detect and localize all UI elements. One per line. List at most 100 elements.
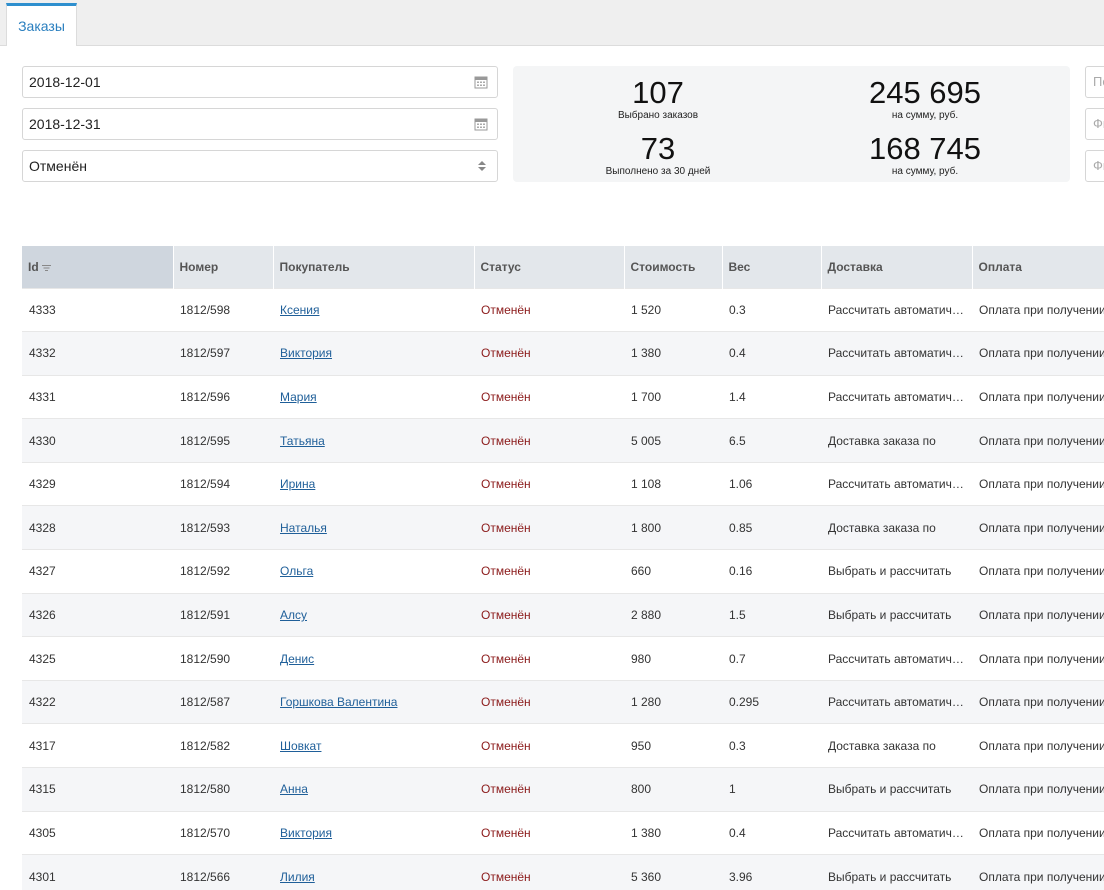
table-header-row: Id Номер Покупатель Статус Стоимость Вес…: [22, 246, 1104, 288]
cell-delivery: Доставка заказа по: [821, 723, 972, 768]
order-stats-panel: 107 Выбрано заказов 245 695 на сумму, ру…: [513, 66, 1070, 182]
status-select[interactable]: Отменён: [22, 150, 498, 182]
table-row[interactable]: 4327 1812/592 Ольга Отменён 660 0.16 Выбрать и…: [22, 549, 1104, 594]
customer-link[interactable]: Ирина: [280, 477, 315, 491]
cell-id: 4325: [22, 636, 173, 681]
cell-delivery: Выбрать и рассчитать: [821, 592, 972, 637]
completed-orders-count: 73: [640, 131, 676, 166]
calendar-icon[interactable]: [474, 117, 488, 131]
right-filter-placeholder-2: Фи: [1093, 116, 1104, 131]
cell-number: 1812/580: [173, 767, 273, 812]
column-header-label: Id: [28, 259, 39, 274]
cell-cost: 5 360: [624, 854, 722, 890]
cell-delivery: Рассчитать автоматически: [821, 374, 972, 419]
table-row[interactable]: 4328 1812/593 Наталья Отменён 1 800 0.85 Доста…: [22, 505, 1104, 550]
cell-customer: Шовкат: [273, 723, 474, 768]
customer-link[interactable]: Алсу: [280, 608, 307, 622]
customer-link[interactable]: Татьяна: [280, 434, 325, 448]
customer-link[interactable]: Виктория: [280, 346, 332, 360]
completed-sum-label: на сумму, руб.: [891, 166, 959, 177]
top-tab-bar: Заказы: [0, 0, 1104, 46]
cell-payment: Оплата при получении: [972, 418, 1104, 463]
cell-number: 1812/595: [173, 418, 273, 463]
table-row[interactable]: 4332 1812/597 Виктория Отменён 1 380 0.4 Рассч…: [22, 331, 1104, 376]
cell-id: 4301: [22, 854, 173, 890]
orders-table: Id Номер Покупатель Статус Стоимость Вес…: [22, 246, 1104, 890]
cell-customer: Татьяна: [273, 418, 474, 463]
customer-link[interactable]: Наталья: [280, 521, 327, 535]
customer-link[interactable]: Виктория: [280, 826, 332, 840]
table-row[interactable]: 4322 1812/587 Горшкова Валентина Отменён 1 2…: [22, 679, 1104, 724]
date-from-input[interactable]: 2018-12-01: [22, 66, 498, 98]
table-row[interactable]: 4325 1812/590 Денис Отменён 980 0.7 Рассчитать…: [22, 636, 1104, 681]
cell-weight: 1.4: [722, 374, 821, 419]
column-header-weight[interactable]: Вес: [722, 246, 822, 288]
status-select-value: Отменён: [29, 158, 87, 174]
cell-number: 1812/570: [173, 810, 273, 855]
cell-customer: Мария: [273, 374, 474, 419]
table-row[interactable]: 4331 1812/596 Мария Отменён 1 700 1.4 Рассчита…: [22, 374, 1104, 419]
cell-customer: Виктория: [273, 331, 474, 376]
calendar-icon[interactable]: [474, 75, 488, 89]
right-filter-input-3[interactable]: Фи: [1085, 150, 1104, 182]
cell-status: Отменён: [474, 374, 624, 419]
orders-table-container: Id Номер Покупатель Статус Стоимость Вес…: [22, 246, 1104, 890]
customer-link[interactable]: Анна: [280, 782, 308, 796]
cell-payment: Оплата при получении: [972, 461, 1104, 506]
customer-link[interactable]: Шовкат: [280, 739, 321, 753]
cell-weight: 0.85: [722, 505, 821, 550]
customer-link[interactable]: Лилия: [280, 870, 315, 884]
table-row[interactable]: 4305 1812/570 Виктория Отменён 1 380 0.4 Рассч…: [22, 810, 1104, 855]
customer-link[interactable]: Горшкова Валентина: [280, 695, 397, 709]
column-header-id[interactable]: Id: [22, 246, 174, 288]
column-header-status[interactable]: Статус: [474, 246, 625, 288]
table-row[interactable]: 4317 1812/582 Шовкат Отменён 950 0.3 Доставка …: [22, 723, 1104, 768]
table-row[interactable]: 4301 1812/566 Лилия Отменён 5 360 3.96 Выбрать…: [22, 854, 1104, 890]
table-row[interactable]: 4330 1812/595 Татьяна Отменён 5 005 6.5 Достав…: [22, 418, 1104, 463]
cell-id: 4315: [22, 767, 173, 812]
column-header-customer[interactable]: Покупатель: [273, 246, 475, 288]
cell-cost: 5 005: [624, 418, 722, 463]
customer-link[interactable]: Ксения: [280, 303, 320, 317]
tab-orders[interactable]: Заказы: [6, 3, 77, 46]
cell-weight: 0.3: [722, 723, 821, 768]
table-row[interactable]: 4333 1812/598 Ксения Отменён 1 520 0.3 Рассчит…: [22, 287, 1104, 332]
cell-id: 4330: [22, 418, 173, 463]
column-header-delivery[interactable]: Доставка: [821, 246, 973, 288]
cell-status: Отменён: [474, 418, 624, 463]
table-row[interactable]: 4326 1812/591 Алсу Отменён 2 880 1.5 Выбрать и…: [22, 592, 1104, 637]
cell-payment: Оплата при получении: [972, 679, 1104, 724]
date-to-input[interactable]: 2018-12-31: [22, 108, 498, 140]
column-header-cost[interactable]: Стоимость: [624, 246, 723, 288]
table-row[interactable]: 4329 1812/594 Ирина Отменён 1 108 1.06 Рассчит…: [22, 461, 1104, 506]
cell-weight: 1.06: [722, 461, 821, 506]
sort-icon[interactable]: [41, 264, 51, 271]
column-header-number[interactable]: Номер: [173, 246, 274, 288]
customer-link[interactable]: Мария: [280, 390, 317, 404]
column-header-payment[interactable]: Оплата: [972, 246, 1104, 288]
cell-number: 1812/594: [173, 461, 273, 506]
cell-number: 1812/592: [173, 549, 273, 594]
cell-delivery: Рассчитать автоматически: [821, 331, 972, 376]
customer-link[interactable]: Денис: [280, 652, 314, 666]
select-arrows-icon: [478, 161, 486, 171]
cell-status: Отменён: [474, 461, 624, 506]
selected-sum-stat: 245 695 на сумму, руб.: [825, 77, 1025, 122]
cell-customer: Анна: [273, 767, 474, 812]
cell-delivery: Выбрать и рассчитать: [821, 767, 972, 812]
right-filter-input-1[interactable]: По: [1085, 66, 1104, 98]
cell-cost: 1 280: [624, 679, 722, 724]
cell-weight: 0.16: [722, 549, 821, 594]
cell-weight: 0.7: [722, 636, 821, 681]
cell-customer: Ирина: [273, 461, 474, 506]
cell-delivery: Доставка заказа по: [821, 418, 972, 463]
cell-cost: 950: [624, 723, 722, 768]
customer-link[interactable]: Ольга: [280, 564, 313, 578]
cell-id: 4326: [22, 592, 173, 637]
cell-delivery: Рассчитать автоматически: [821, 287, 972, 332]
cell-id: 4331: [22, 374, 173, 419]
right-filter-input-2[interactable]: Фи: [1085, 108, 1104, 140]
table-row[interactable]: 4315 1812/580 Анна Отменён 800 1 Выбрать и рас…: [22, 767, 1104, 812]
cell-weight: 0.4: [722, 810, 821, 855]
cell-cost: 1 520: [624, 287, 722, 332]
